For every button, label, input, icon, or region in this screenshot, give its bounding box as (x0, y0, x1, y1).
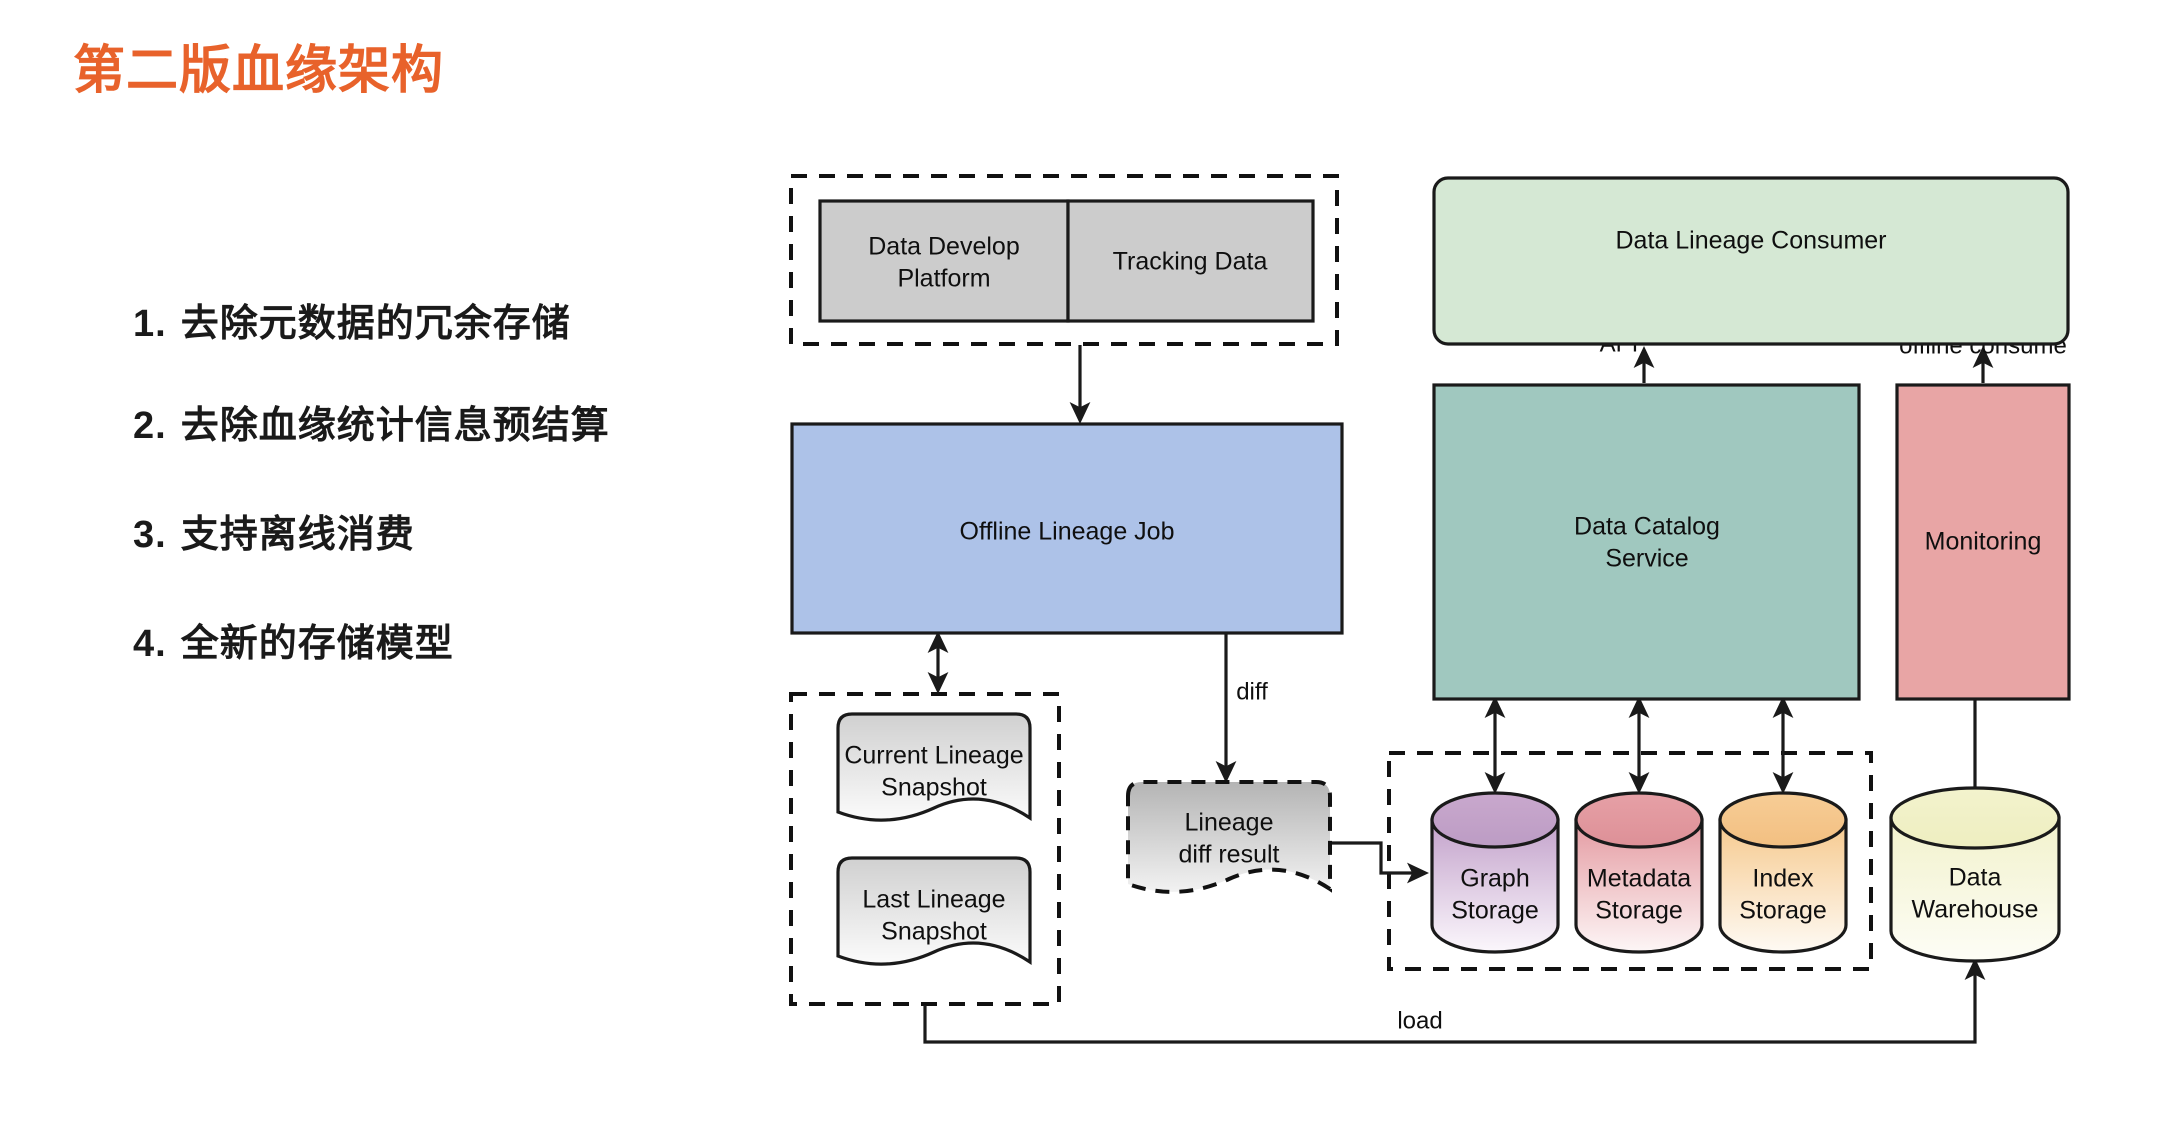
edge-load (923, 958, 1986, 1044)
node-label: Monitoring (1925, 528, 2042, 556)
edge-label-load: load (1397, 1007, 1442, 1034)
node-label-line1: Data Catalog (1574, 513, 1720, 541)
node-label-line1: Lineage (1185, 809, 1274, 837)
node-data-warehouse[interactable]: Data Warehouse (1889, 786, 2061, 963)
slide-canvas: 第二版血缘架构 1. 去除元数据的冗余存储 2. 去除血缘统计信息预结算 3. 支持离… (0, 0, 2178, 1122)
node-label-line1: Last Lineage (862, 886, 1005, 914)
node-data-lineage-consumer[interactable]: Data Lineage Consumer (1432, 176, 2070, 346)
node-metadata-storage[interactable]: Metadata Storage (1574, 791, 1704, 954)
node-lineage-diff-result[interactable]: Lineage diff result (1126, 780, 1332, 894)
node-current-lineage-snapshot[interactable]: Current Lineage Snapshot (836, 712, 1032, 822)
node-label-line2: Warehouse (1912, 896, 2039, 924)
node-label-line1: Data Develop (868, 233, 1019, 261)
node-label-line2: Platform (897, 265, 990, 293)
node-offline-lineage-job[interactable]: Offline Lineage Job (790, 422, 1344, 635)
node-label-line1: Current Lineage (844, 742, 1023, 770)
node-label-line1: Metadata (1587, 865, 1691, 893)
node-label-line1: Data (1949, 864, 2002, 892)
node-label-line2: Storage (1739, 897, 1827, 925)
node-label-line2: Storage (1595, 897, 1683, 925)
node-label: Offline Lineage Job (960, 518, 1175, 546)
node-label-line2: Snapshot (881, 918, 987, 946)
edge-label-diff: diff (1236, 678, 1268, 705)
node-last-lineage-snapshot[interactable]: Last Lineage Snapshot (836, 856, 1032, 966)
node-index-storage[interactable]: Index Storage (1718, 791, 1848, 954)
node-data-catalog-service[interactable]: Data Catalog Service (1432, 383, 1861, 701)
node-label: Data Lineage Consumer (1616, 227, 1887, 255)
node-label-line2: Service (1605, 545, 1688, 573)
architecture-diagram: diff API offline consume load Data Devel… (789, 174, 2071, 1044)
node-label-line2: diff result (1179, 841, 1280, 869)
node-label-line1: Graph (1460, 865, 1529, 893)
node-label-line2: Snapshot (881, 774, 987, 802)
node-graph-storage[interactable]: Graph Storage (1430, 791, 1560, 954)
node-label: Tracking Data (1113, 248, 1268, 276)
edge-diff-to-graph-storage (1331, 841, 1429, 884)
node-label-line1: Index (1752, 865, 1814, 893)
node-tracking-data[interactable]: Tracking Data (1066, 199, 1315, 323)
node-data-develop-platform[interactable]: Data Develop Platform (818, 199, 1070, 323)
node-monitoring[interactable]: Monitoring (1895, 383, 2071, 701)
node-label-line2: Storage (1451, 897, 1539, 925)
